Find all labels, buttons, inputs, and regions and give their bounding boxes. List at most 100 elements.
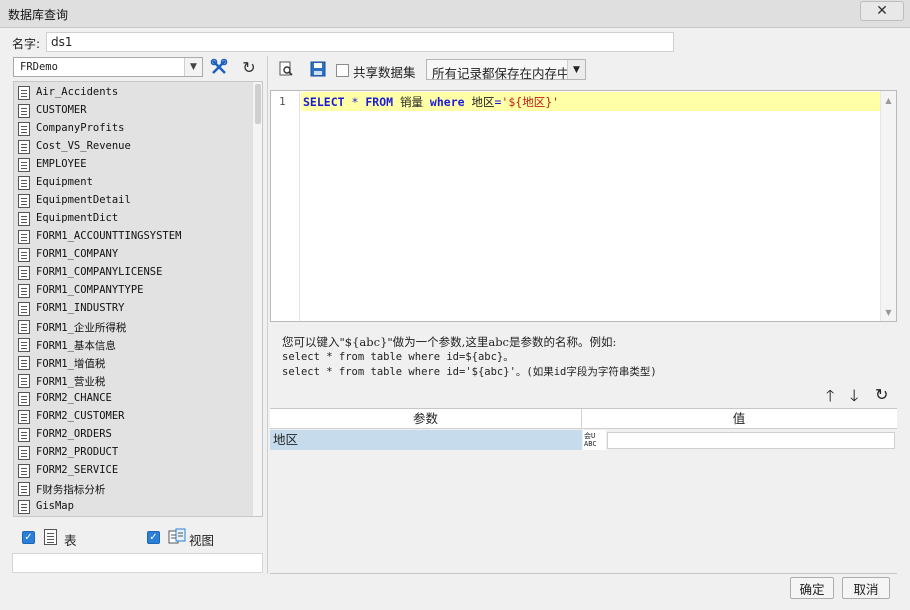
- table-icon: [18, 464, 30, 478]
- list-item-label: FORM1_基本信息: [36, 340, 116, 352]
- show-views-label: 视图: [189, 533, 215, 548]
- list-item[interactable]: FORM2_ORDERS: [16, 426, 252, 444]
- list-item-label: FORM2_PRODUCT: [36, 446, 119, 458]
- param-column-header: 参数: [270, 409, 582, 429]
- help-text-line1: 您可以键入"${abc}"做为一个参数,这里abc是参数的名称。例如:: [282, 335, 617, 349]
- list-item[interactable]: FORM2_CHANCE: [16, 390, 252, 408]
- list-item[interactable]: CompanyProfits: [16, 120, 252, 138]
- sql-token: where: [429, 95, 465, 109]
- table-icon: [18, 86, 30, 100]
- list-item[interactable]: FORM2_CUSTOMER: [16, 408, 252, 426]
- arrow-up-icon: 🡑: [826, 386, 835, 405]
- preview-button[interactable]: [275, 58, 297, 80]
- list-item[interactable]: FORM1_企业所得税: [16, 318, 252, 336]
- list-item-label: F财务指标分析: [36, 484, 106, 496]
- refresh-tables-button[interactable]: ↻: [238, 56, 260, 78]
- table-icon: [18, 140, 30, 154]
- param-table: 参数 值 地区 会U ABC: [270, 408, 897, 574]
- param-value-input[interactable]: [607, 432, 895, 449]
- show-tables-label: 表: [64, 533, 77, 548]
- refresh-params-button[interactable]: ↻: [875, 385, 888, 404]
- list-item-label: FORM1_企业所得税: [36, 322, 127, 334]
- ok-button[interactable]: 确定: [790, 577, 834, 599]
- sql-token: 销量: [393, 95, 430, 109]
- line-number: 1: [279, 95, 286, 108]
- list-item[interactable]: EquipmentDetail: [16, 192, 252, 210]
- list-item[interactable]: F财务指标分析: [16, 480, 252, 498]
- close-button[interactable]: ✕: [860, 1, 904, 21]
- list-item[interactable]: FORM1_COMPANYTYPE: [16, 282, 252, 300]
- list-item-label: FORM2_CHANCE: [36, 392, 112, 404]
- connection-settings-button[interactable]: [208, 56, 230, 78]
- sql-token: SELECT: [303, 95, 345, 109]
- list-item[interactable]: FORM1_COMPANYLICENSE: [16, 264, 252, 282]
- list-item-label: FORM2_SERVICE: [36, 464, 119, 476]
- window-title: 数据库查询: [8, 8, 69, 22]
- connection-select[interactable]: FRDemo ▼: [13, 57, 203, 77]
- show-tables-checkbox[interactable]: ✓: [22, 531, 35, 544]
- list-item-label: EMPLOYEE: [36, 158, 87, 170]
- list-item[interactable]: Cost_VS_Revenue: [16, 138, 252, 156]
- sql-text[interactable]: SELECT * FROM 销量 where 地区='${地区}': [303, 94, 559, 110]
- param-table-header: 参数 值: [270, 409, 897, 429]
- share-dataset-checkbox[interactable]: [336, 64, 349, 77]
- table-icon: [18, 176, 30, 190]
- list-item-label: FORM2_ORDERS: [36, 428, 112, 440]
- memory-mode-select[interactable]: 所有记录都保存在内存中 ▼: [426, 59, 586, 81]
- param-type-icon[interactable]: 会U ABC: [583, 430, 606, 450]
- save-button[interactable]: [307, 58, 329, 80]
- save-icon: [310, 61, 326, 77]
- tools-icon: [210, 58, 228, 74]
- param-name-cell[interactable]: 地区: [270, 430, 582, 450]
- table-icon: [18, 122, 30, 136]
- list-item[interactable]: GisMap: [16, 498, 252, 516]
- table-icon: [18, 284, 30, 298]
- table-search-field[interactable]: [12, 553, 263, 573]
- preview-icon: [279, 61, 293, 76]
- scroll-down-icon[interactable]: ▼: [881, 305, 896, 319]
- table-icon: [18, 338, 30, 352]
- list-item[interactable]: Air_Accidents: [16, 84, 252, 102]
- sql-token: '${地区}': [501, 95, 560, 109]
- sql-editor[interactable]: 1 SELECT * FROM 销量 where 地区='${地区}' ▲ ▼: [270, 90, 897, 322]
- name-input[interactable]: ds1: [46, 32, 674, 52]
- list-item[interactable]: FORM1_营业税: [16, 372, 252, 390]
- list-item[interactable]: FORM1_基本信息: [16, 336, 252, 354]
- list-item[interactable]: FORM2_SERVICE: [16, 462, 252, 480]
- list-item-label: CUSTOMER: [36, 104, 87, 116]
- arrow-down-icon: 🡓: [850, 386, 859, 405]
- table-list[interactable]: Air_Accidents CUSTOMER CompanyProfits Cost_…: [13, 81, 263, 517]
- list-item[interactable]: EquipmentDict: [16, 210, 252, 228]
- list-item-label: EquipmentDict: [36, 212, 119, 224]
- cancel-button[interactable]: 取消: [842, 577, 890, 599]
- table-icon: [18, 356, 30, 370]
- list-item[interactable]: FORM1_COMPANY: [16, 246, 252, 264]
- show-views-checkbox[interactable]: ✓: [147, 531, 160, 544]
- table-icon: [18, 212, 30, 226]
- refresh-icon: ↻: [875, 385, 889, 404]
- list-item[interactable]: Equipment: [16, 174, 252, 192]
- table-row[interactable]: 地区 会U ABC: [270, 430, 897, 450]
- list-item-label: FORM1_COMPANY: [36, 248, 119, 260]
- list-item[interactable]: CUSTOMER: [16, 102, 252, 120]
- line-gutter: 1: [271, 91, 300, 321]
- list-item[interactable]: FORM1_INDUSTRY: [16, 300, 252, 318]
- list-item[interactable]: FORM1_ACCOUNTTINGSYSTEM: [16, 228, 252, 246]
- table-icon: [44, 529, 57, 545]
- list-item-label: FORM1_INDUSTRY: [36, 302, 125, 314]
- list-item[interactable]: EMPLOYEE: [16, 156, 252, 174]
- table-list-scrollbar[interactable]: [252, 82, 262, 516]
- list-item-label: CompanyProfits: [36, 122, 125, 134]
- sql-token: FROM: [365, 95, 394, 109]
- scroll-up-icon[interactable]: ▲: [881, 93, 896, 107]
- list-item-label: FORM1_ACCOUNTTINGSYSTEM: [36, 230, 182, 242]
- help-text-line3: select * from table where id='${abc}'。(如…: [282, 366, 657, 378]
- list-item[interactable]: FORM2_PRODUCT: [16, 444, 252, 462]
- connection-select-value: FRDemo: [20, 61, 58, 73]
- table-icon: [18, 194, 30, 208]
- list-item[interactable]: FORM1_增值税: [16, 354, 252, 372]
- table-icon: [18, 302, 30, 316]
- sql-editor-scrollbar[interactable]: ▲ ▼: [880, 91, 896, 321]
- table-icon: [18, 104, 30, 118]
- scrollbar-thumb[interactable]: [255, 84, 261, 124]
